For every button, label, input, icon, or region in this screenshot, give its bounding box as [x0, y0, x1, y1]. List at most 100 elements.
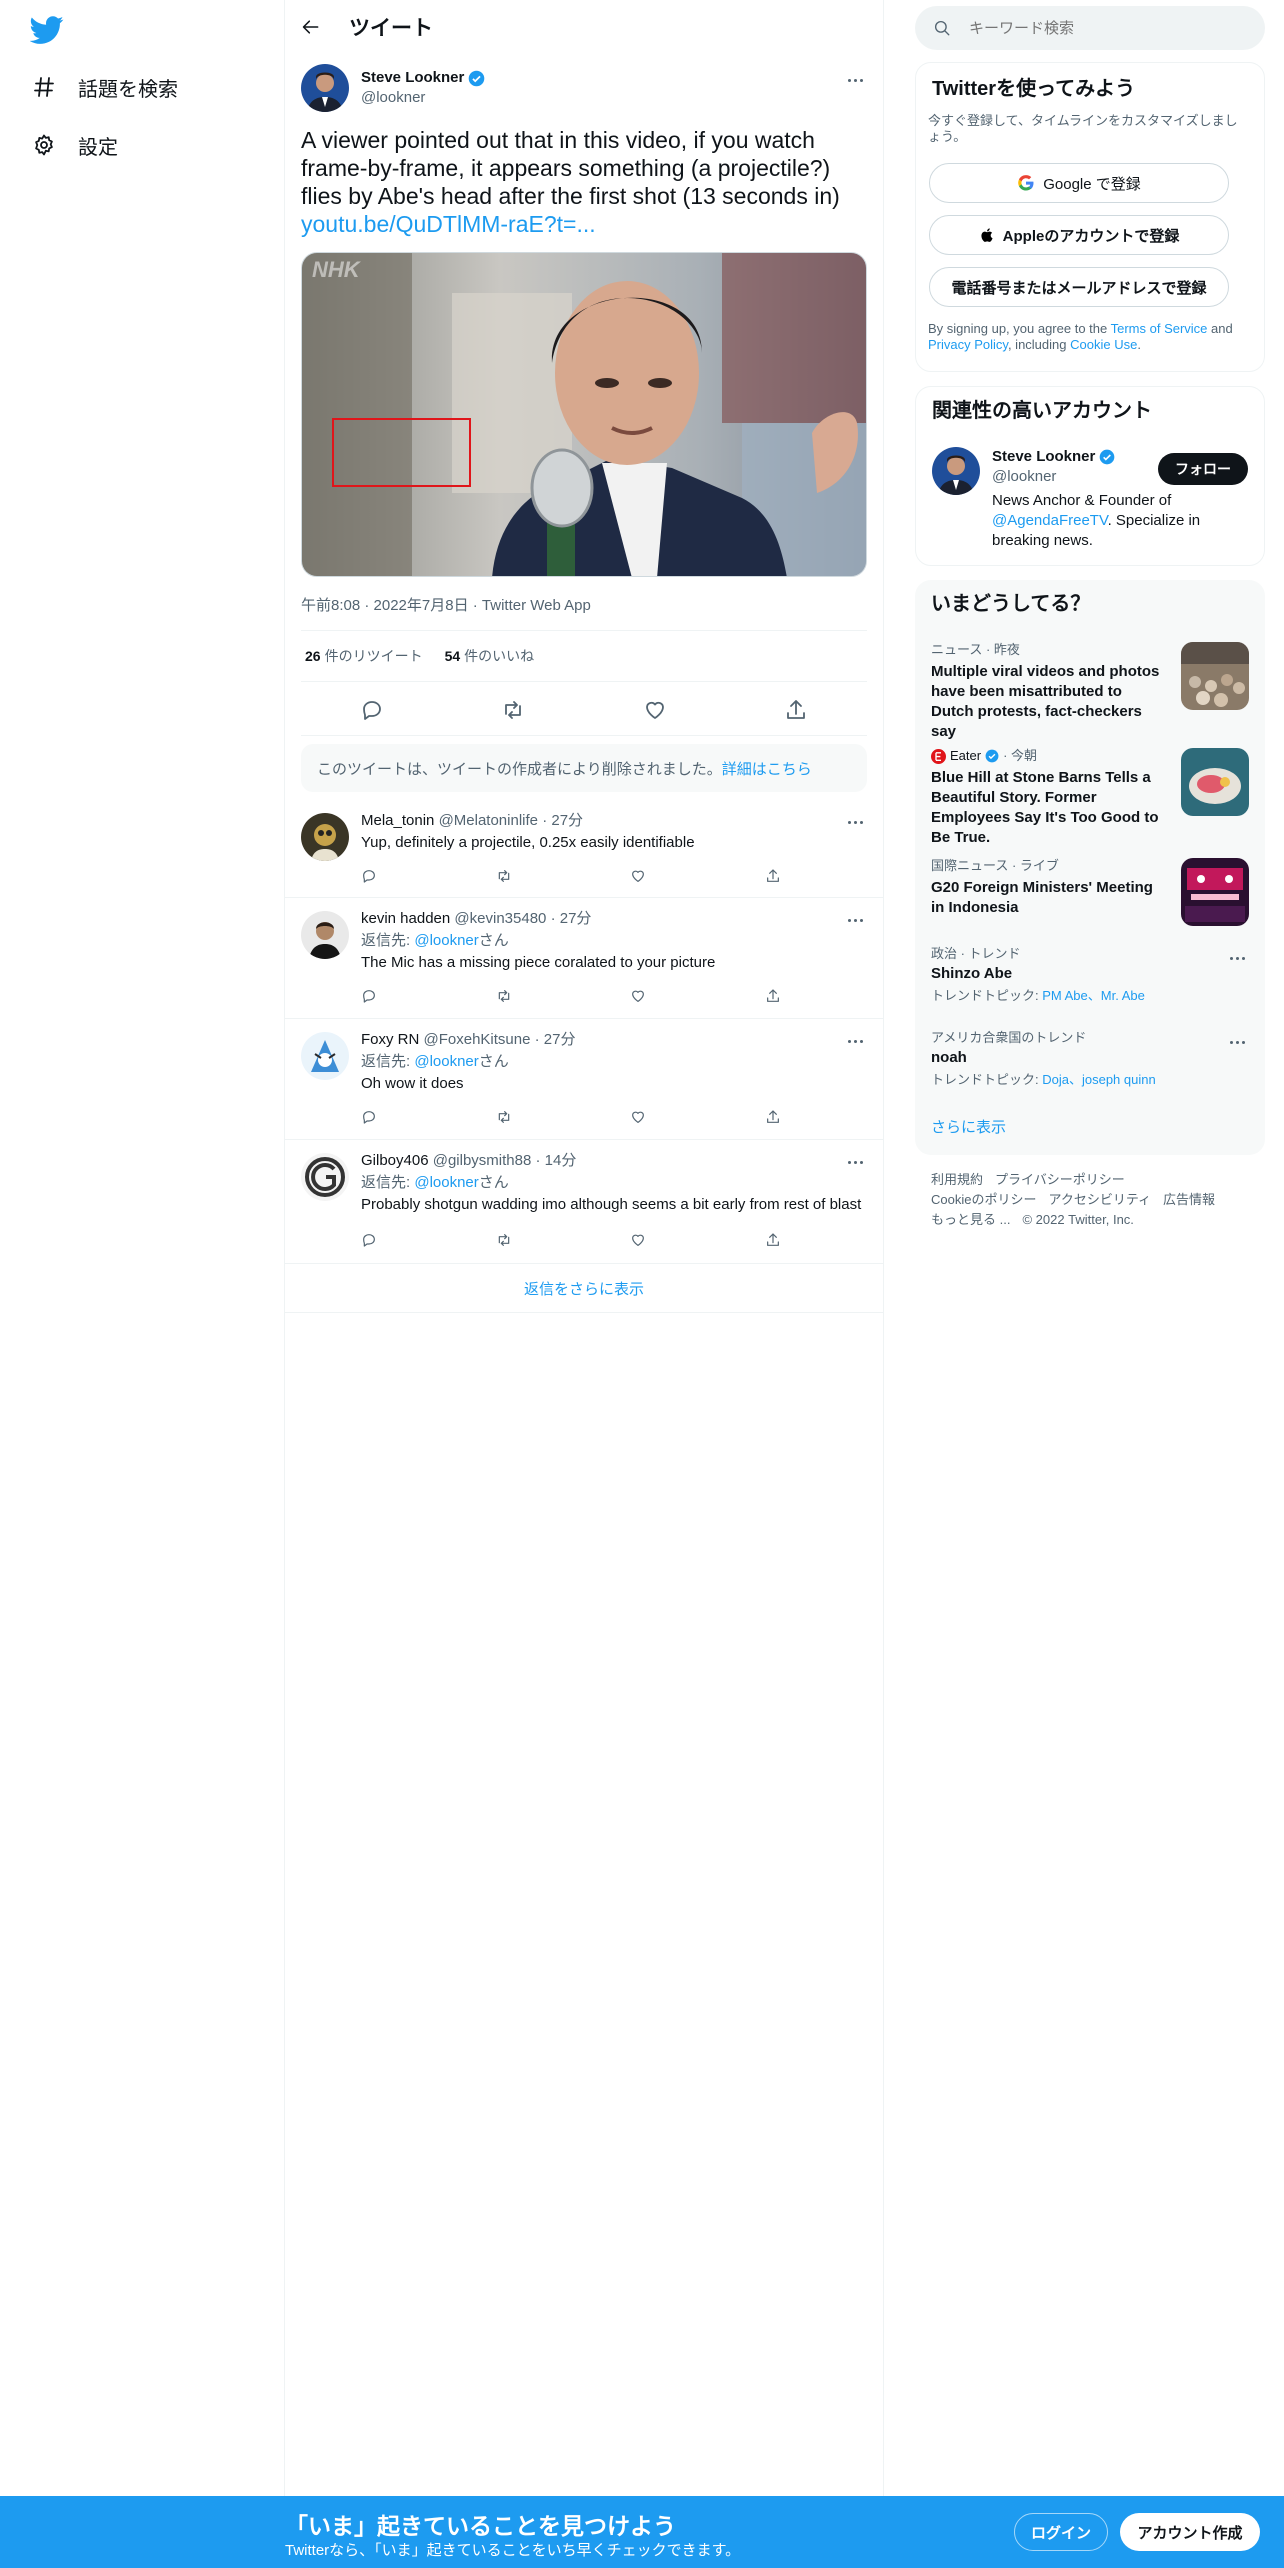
search-box[interactable] — [915, 6, 1265, 50]
like-icon[interactable] — [630, 1232, 646, 1248]
more-options-icon[interactable] — [1225, 946, 1249, 970]
more-options-icon[interactable] — [843, 68, 867, 92]
reply-icon[interactable] — [361, 1109, 377, 1125]
google-icon — [1018, 175, 1034, 191]
reply-time[interactable]: · 14分 — [536, 1152, 577, 1169]
footer-privacy-link[interactable]: プライバシーポリシー — [995, 1172, 1125, 1187]
privacy-policy-link[interactable]: Privacy Policy — [928, 337, 1008, 352]
reply-to-suffix: さん — [478, 932, 509, 949]
reply-author-name[interactable]: Gilboy406 — [361, 1152, 429, 1169]
share-icon[interactable] — [765, 1109, 781, 1125]
trend-item[interactable]: 政治 · トレンド Shinzo Abe トレンドトピック: PM Abe、Mr… — [931, 946, 1249, 1010]
retweets-stat[interactable]: 26 件のリツイート — [305, 646, 423, 666]
share-icon[interactable] — [765, 1232, 781, 1248]
reply-icon[interactable] — [360, 698, 384, 722]
bio-mention-link[interactable]: @AgendaFreeTV — [992, 512, 1108, 529]
nav-explore-label: 話題を検索 — [78, 78, 178, 101]
more-options-icon[interactable] — [843, 810, 867, 834]
more-options-icon[interactable] — [843, 1029, 867, 1053]
trend-topics-label: トレンドトピック: — [931, 1072, 1043, 1087]
likes-stat[interactable]: 54 件のいいね — [445, 646, 535, 666]
main-column: ツイート Steve Lookner @lookner A viewer poi… — [284, 0, 884, 2496]
show-more-trends-link[interactable]: さらに表示 — [931, 1116, 1006, 1137]
tweet-link[interactable]: youtu.be/QuDTlMM-raE?t=... — [301, 211, 596, 237]
retweet-icon[interactable] — [501, 698, 525, 722]
login-button[interactable]: ログイン — [1014, 2513, 1108, 2551]
tweet-media-image[interactable]: NHK — [301, 252, 867, 577]
avatar[interactable] — [932, 447, 980, 495]
trend-item[interactable]: アメリカ合衆国のトレンド noah トレンドトピック: Doja、joseph … — [931, 1030, 1249, 1094]
footer-accessibility-link[interactable]: アクセシビリティ — [1048, 1192, 1151, 1207]
trend-title: noah — [931, 1049, 967, 1066]
tweet-author[interactable]: Steve Lookner @lookner — [301, 64, 867, 112]
deleted-notice-link[interactable]: 詳細はこちら — [722, 758, 812, 779]
tweet-actions — [301, 684, 867, 736]
trend-item[interactable]: Eater · 今朝 Blue Hill at Stone Barns Tell… — [931, 748, 1249, 846]
share-icon[interactable] — [784, 698, 808, 722]
trend-item[interactable]: 国際ニュース · ライブ G20 Foreign Ministers' Meet… — [931, 858, 1249, 928]
show-more-replies-button[interactable]: 返信をさらに表示 — [285, 1264, 883, 1313]
trend-topics-links[interactable]: Doja、joseph quinn — [1042, 1072, 1155, 1087]
reply-author-name[interactable]: Mela_tonin — [361, 812, 434, 829]
phone-email-signup-button[interactable]: 電話番号またはメールアドレスで登録 — [929, 267, 1229, 307]
reply-to-mention[interactable]: @lookner — [414, 1053, 478, 1070]
terms-of-service-link[interactable]: Terms of Service — [1111, 321, 1208, 336]
reply-icon[interactable] — [361, 1232, 377, 1248]
avatar[interactable] — [301, 64, 349, 112]
reply-tweet[interactable]: Gilboy406 @gilbysmith88 · 14分 返信先: @look… — [285, 1140, 883, 1264]
trend-topics-label: トレンドトピック: — [931, 988, 1043, 1003]
author-name[interactable]: Steve Lookner — [361, 68, 464, 88]
reply-icon[interactable] — [361, 988, 377, 1004]
like-icon[interactable] — [630, 988, 646, 1004]
footer-more-link[interactable]: もっと見る ... — [931, 1212, 1010, 1227]
retweet-icon[interactable] — [496, 1232, 512, 1248]
more-options-icon[interactable] — [843, 1150, 867, 1174]
reply-to-mention[interactable]: @lookner — [414, 932, 478, 949]
reply-text: The Mic has a missing piece coralated to… — [361, 954, 716, 971]
like-icon[interactable] — [630, 868, 646, 884]
share-icon[interactable] — [765, 988, 781, 1004]
create-account-button[interactable]: アカウント作成 — [1120, 2513, 1260, 2551]
avatar[interactable] — [301, 911, 349, 959]
relevant-account-name[interactable]: Steve Lookner — [992, 447, 1095, 467]
footer-ads-info-link[interactable]: 広告情報 — [1163, 1192, 1215, 1207]
search-input[interactable] — [969, 19, 1239, 37]
cookie-use-link[interactable]: Cookie Use — [1070, 337, 1137, 352]
more-options-icon[interactable] — [843, 908, 867, 932]
reply-time[interactable]: · 27分 — [551, 910, 592, 927]
avatar[interactable] — [301, 813, 349, 861]
trend-topics-links[interactable]: PM Abe、Mr. Abe — [1042, 988, 1145, 1003]
nav-settings[interactable]: 設定 — [32, 125, 118, 165]
reply-to-mention[interactable]: @lookner — [414, 1174, 478, 1191]
reply-tweet[interactable]: Foxy RN @FoxehKitsune · 27分 返信先: @lookne… — [285, 1019, 883, 1140]
reply-time[interactable]: · 27分 — [535, 1031, 576, 1048]
like-icon[interactable] — [630, 1109, 646, 1125]
nav-explore[interactable]: 話題を検索 — [32, 67, 178, 107]
back-arrow-icon[interactable] — [301, 17, 321, 37]
retweet-icon[interactable] — [496, 1109, 512, 1125]
retweet-icon[interactable] — [496, 988, 512, 1004]
reply-to-suffix: さん — [478, 1174, 509, 1191]
trend-item[interactable]: ニュース · 昨夜 Multiple viral videos and phot… — [931, 642, 1249, 740]
tweet-timestamp[interactable]: 午前8:08 · 2022年7月8日 · Twitter Web App — [301, 594, 591, 615]
avatar[interactable] — [301, 1153, 349, 1201]
apple-signup-button[interactable]: Appleのアカウントで登録 — [929, 215, 1229, 255]
apple-icon — [981, 228, 993, 242]
reply-icon[interactable] — [361, 868, 377, 884]
reply-author-name[interactable]: Foxy RN — [361, 1031, 419, 1048]
reply-tweet[interactable]: Mela_tonin @Melatoninlife · 27分 Yup, def… — [285, 800, 883, 898]
footer-cookie-link[interactable]: Cookieのポリシー — [931, 1192, 1036, 1207]
more-options-icon[interactable] — [1225, 1030, 1249, 1054]
bio-text-1: News Anchor & Founder of — [992, 492, 1172, 509]
footer-terms-link[interactable]: 利用規約 — [931, 1172, 983, 1187]
share-icon[interactable] — [765, 868, 781, 884]
like-icon[interactable] — [643, 698, 667, 722]
reply-tweet[interactable]: kevin hadden @kevin35480 · 27分 返信先: @loo… — [285, 898, 883, 1019]
reply-author-name[interactable]: kevin hadden — [361, 910, 450, 927]
avatar[interactable] — [301, 1032, 349, 1080]
twitter-logo-icon[interactable] — [30, 13, 64, 47]
reply-time[interactable]: · 27分 — [542, 812, 583, 829]
google-signup-button[interactable]: Google で登録 — [929, 163, 1229, 203]
retweet-icon[interactable] — [496, 868, 512, 884]
follow-button[interactable]: フォロー — [1158, 453, 1248, 485]
